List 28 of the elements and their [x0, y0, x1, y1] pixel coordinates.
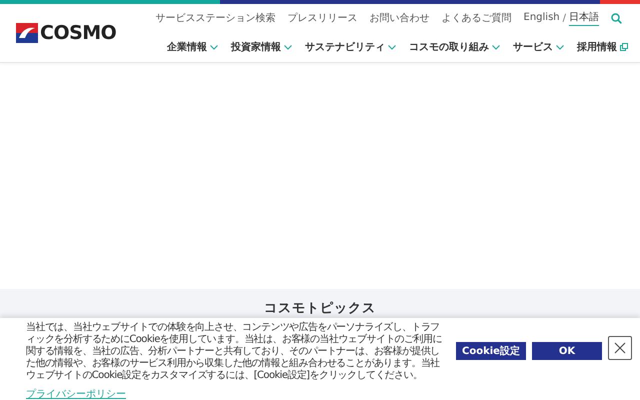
chevron-down-icon	[210, 44, 218, 50]
chevron-down-icon	[284, 44, 292, 50]
chevron-down-icon	[556, 44, 564, 50]
language-link[interactable]: English	[524, 12, 560, 24]
chevron-down-icon	[388, 44, 396, 50]
section-heading: コスモトピックス	[264, 300, 376, 317]
nav-item[interactable]: サステナビリティ	[305, 40, 396, 54]
cookie-button[interactable]: Cookie設定	[456, 342, 526, 360]
external-link-icon	[620, 43, 628, 51]
header-link[interactable]: お問い合わせ	[370, 10, 430, 26]
logo-text: COSMO	[40, 22, 116, 44]
logo-icon	[16, 23, 38, 43]
close-icon	[614, 342, 626, 354]
header-link[interactable]: サービスステーション検索	[156, 10, 276, 26]
nav-item[interactable]: サービス	[513, 40, 564, 54]
nav-item[interactable]: コスモの取り組み	[409, 40, 500, 54]
cookie-button[interactable]: OK	[532, 342, 602, 360]
search-icon[interactable]	[611, 12, 622, 24]
nav-item[interactable]: 企業情報	[167, 40, 218, 54]
header-link[interactable]: プレスリリース	[288, 10, 358, 26]
chevron-down-icon	[492, 44, 500, 50]
language-link[interactable]: 日本語	[569, 10, 599, 26]
header-link[interactable]: よくあるご質問	[442, 10, 512, 26]
cookie-notice-text: 当社では、当社ウェブサイトでの体験を向上させ、コンテンツや広告をパーソナライズし、トラフィックを分析するためにCookieを使用しています。当社は、お客様の当社ウェブサイトのご利用に関する情報を、当社の広告、分析パートナーと共有しており、そのパートナーは、お客様が提供した他の情報や、お客様のサービス利用から収集した他の情報と組み合わせることがあります。当社ウェブサイトのCookie設定をカスタマイズするには、[Cookie設定]をクリックしてください。	[26, 322, 442, 382]
nav-item[interactable]: 採用情報	[577, 40, 628, 54]
nav-item[interactable]: 投資家情報	[231, 40, 292, 54]
close-button[interactable]	[608, 336, 632, 360]
language-separator: /	[562, 12, 566, 24]
